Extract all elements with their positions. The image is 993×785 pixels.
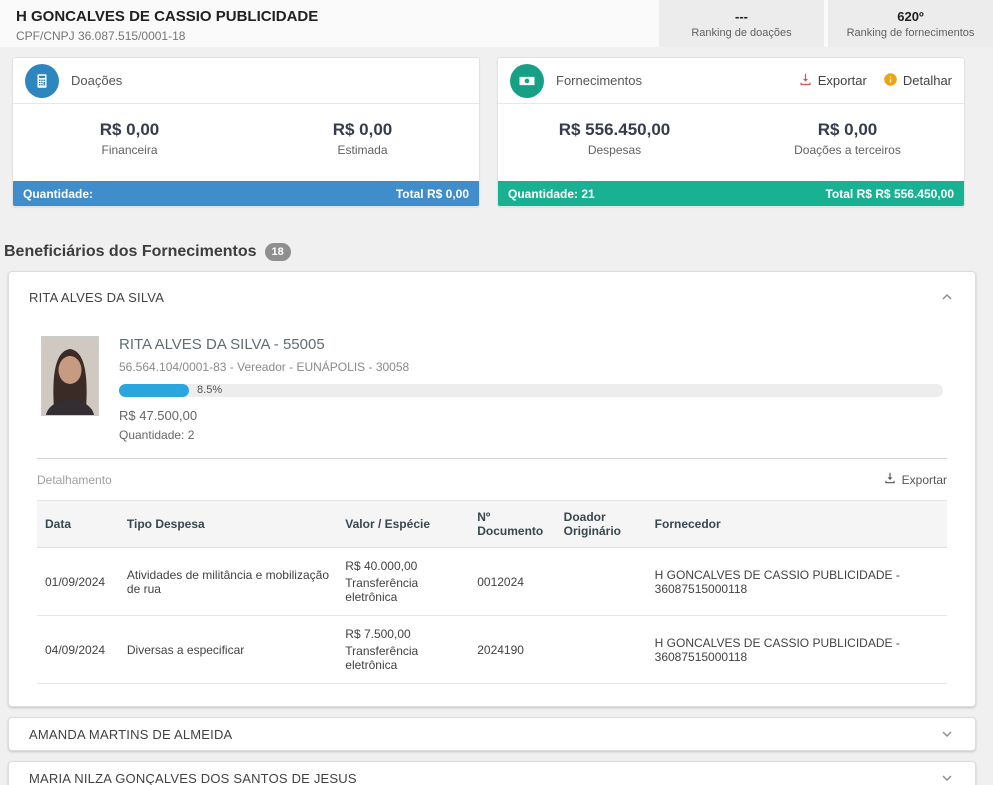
col-header-valor: Valor / Espécie — [337, 500, 470, 548]
candidate-amount: R$ 47.500,00 — [119, 408, 198, 423]
donations-estimada: R$ 0,00 Estimada — [246, 120, 479, 157]
supplies-footer-total: Total R$ R$ 556.450,00 — [825, 186, 954, 201]
page-header: H GONCALVES DE CASSIO PUBLICIDADE CPF/CN… — [0, 0, 993, 47]
detail-button[interactable]: Detalhar — [883, 72, 952, 90]
supplies-doacoes-terceiros: R$ 0,00 Doações a terceiros — [731, 120, 964, 157]
entity-title: H GONCALVES DE CASSIO PUBLICIDADE — [16, 8, 319, 25]
cell-documento: 0012024 — [469, 547, 556, 616]
export-button[interactable]: Exportar — [798, 72, 867, 90]
candidate-meta: 56.564.104/0001-83 - Vereador - EUNÁPOLI… — [119, 360, 410, 374]
beneficiary-name: RITA ALVES DA SILVA — [29, 289, 165, 305]
candidate-profile: RITA ALVES DA SILVA - 55005 56.564.104/0… — [9, 322, 975, 452]
supplies-footer-quantity: Quantidade: 21 — [508, 186, 595, 201]
accordion-header-maria-nilza[interactable]: MARIA NILZA GONÇALVES DOS SANTOS DE JESU… — [8, 761, 976, 785]
cell-doador — [555, 547, 647, 616]
cell-tipo: Diversas a especificar — [118, 615, 338, 684]
col-header-doador: Doador Originário — [555, 500, 647, 548]
table-export-label: Exportar — [901, 472, 947, 487]
donations-financeira-value: R$ 0,00 — [99, 120, 160, 139]
ranking-donations-value: --- — [735, 8, 748, 24]
progress-bar: 8.5% — [119, 384, 943, 397]
beneficiary-panel-rita: RITA ALVES DA SILVA RITA ALVES DA SILVA … — [8, 271, 976, 707]
detail-button-label: Detalhar — [902, 73, 952, 88]
cell-valor: R$ 7.500,00 Transferência eletrônica — [337, 615, 470, 684]
col-header-data: Data — [37, 500, 119, 548]
download-icon — [883, 471, 897, 488]
cell-valor-amount: R$ 7.500,00 — [345, 627, 411, 641]
donations-footer-quantity: Quantidade: — [23, 186, 94, 201]
chevron-down-icon — [939, 726, 955, 742]
beneficiaries-heading: Beneficiários dos Fornecimentos 18 — [4, 243, 993, 261]
donations-footer-total: Total R$ 0,00 — [395, 186, 469, 201]
beneficiaries-title: Beneficiários dos Fornecimentos — [4, 243, 257, 260]
cell-doador — [555, 615, 647, 684]
accordion-header-amanda[interactable]: AMANDA MARTINS DE ALMEIDA — [8, 717, 976, 751]
candidate-quantity: Quantidade: 2 — [119, 428, 195, 442]
beneficiary-name: AMANDA MARTINS DE ALMEIDA — [29, 726, 233, 742]
cell-valor-especie: Transferência eletrônica — [345, 644, 419, 672]
ranking-donations: --- Ranking de doações — [659, 0, 824, 47]
col-header-documento: Nº Documento — [469, 500, 556, 548]
money-icon — [510, 63, 544, 98]
accordion-header-rita[interactable]: RITA ALVES DA SILVA — [9, 272, 975, 322]
supplies-doacoes-terceiros-value: R$ 0,00 — [817, 120, 878, 139]
candidate-name-number: RITA ALVES DA SILVA - 55005 — [119, 336, 325, 353]
supplies-card: Fornecimentos Exportar Detalhar R$ 556.4… — [497, 57, 965, 207]
cell-valor-amount: R$ 40.000,00 — [345, 559, 418, 573]
table-row: 01/09/2024 Atividades de militância e mo… — [37, 547, 947, 616]
download-icon — [798, 72, 813, 90]
cell-data: 01/09/2024 — [37, 547, 119, 616]
chevron-up-icon — [939, 289, 955, 305]
candidate-photo — [41, 336, 99, 416]
donations-financeira: R$ 0,00 Financeira — [13, 120, 246, 157]
ranking-supplies: 620º Ranking de fornecimentos — [828, 0, 993, 47]
supplies-footer: Quantidade: 21 Total R$ R$ 556.450,00 — [498, 181, 964, 206]
donations-estimada-value: R$ 0,00 — [332, 120, 393, 139]
supplies-despesas-label: Despesas — [587, 143, 642, 157]
cell-fornecedor: H GONCALVES DE CASSIO PUBLICIDADE - 3608… — [646, 547, 947, 616]
supplies-doacoes-terceiros-label: Doações a terceiros — [794, 143, 901, 157]
cell-fornecedor: H GONCALVES DE CASSIO PUBLICIDADE - 3608… — [646, 615, 947, 684]
ranking-donations-label: Ranking de doações — [691, 26, 792, 39]
cell-tipo: Atividades de militância e mobilização d… — [118, 547, 338, 616]
beneficiaries-count-badge: 18 — [264, 243, 291, 261]
donations-financeira-label: Financeira — [101, 143, 158, 157]
table-row: 04/09/2024 Diversas a especificar R$ 7.5… — [37, 615, 947, 684]
progress-fill — [119, 384, 190, 397]
cell-valor: R$ 40.000,00 Transferência eletrônica — [337, 547, 470, 616]
cell-valor-especie: Transferência eletrônica — [345, 576, 419, 604]
expenses-table: Data Tipo Despesa Valor / Espécie Nº Doc… — [37, 500, 947, 684]
progress-label: 8.5% — [197, 384, 223, 396]
beneficiary-name: MARIA NILZA GONÇALVES DOS SANTOS DE JESU… — [29, 770, 357, 785]
donations-card-title: Doações — [71, 73, 123, 88]
col-header-tipo: Tipo Despesa — [118, 500, 338, 548]
chevron-down-icon — [939, 770, 955, 785]
calculator-icon — [25, 63, 59, 98]
donations-footer: Quantidade: Total R$ 0,00 — [13, 181, 479, 206]
supplies-despesas-value: R$ 556.450,00 — [558, 120, 671, 139]
rankings: --- Ranking de doações 620º Ranking de f… — [659, 0, 993, 47]
col-header-fornecedor: Fornecedor — [646, 500, 947, 548]
table-export-button[interactable]: Exportar — [883, 471, 947, 488]
coin-icon — [883, 72, 898, 90]
cell-documento: 2024190 — [469, 615, 556, 684]
export-button-label: Exportar — [817, 73, 867, 88]
ranking-supplies-value: 620º — [897, 8, 924, 24]
donations-estimada-label: Estimada — [337, 143, 388, 157]
detail-section-label: Detalhamento — [37, 472, 112, 487]
donations-card: Doações R$ 0,00 Financeira R$ 0,00 Estim… — [12, 57, 480, 207]
cell-data: 04/09/2024 — [37, 615, 119, 684]
ranking-supplies-label: Ranking de fornecimentos — [846, 26, 975, 39]
supplies-card-title: Fornecimentos — [556, 73, 642, 88]
supplies-despesas: R$ 556.450,00 Despesas — [498, 120, 731, 157]
entity-cnpj: CPF/CNPJ 36.087.515/0001-18 — [16, 29, 186, 43]
